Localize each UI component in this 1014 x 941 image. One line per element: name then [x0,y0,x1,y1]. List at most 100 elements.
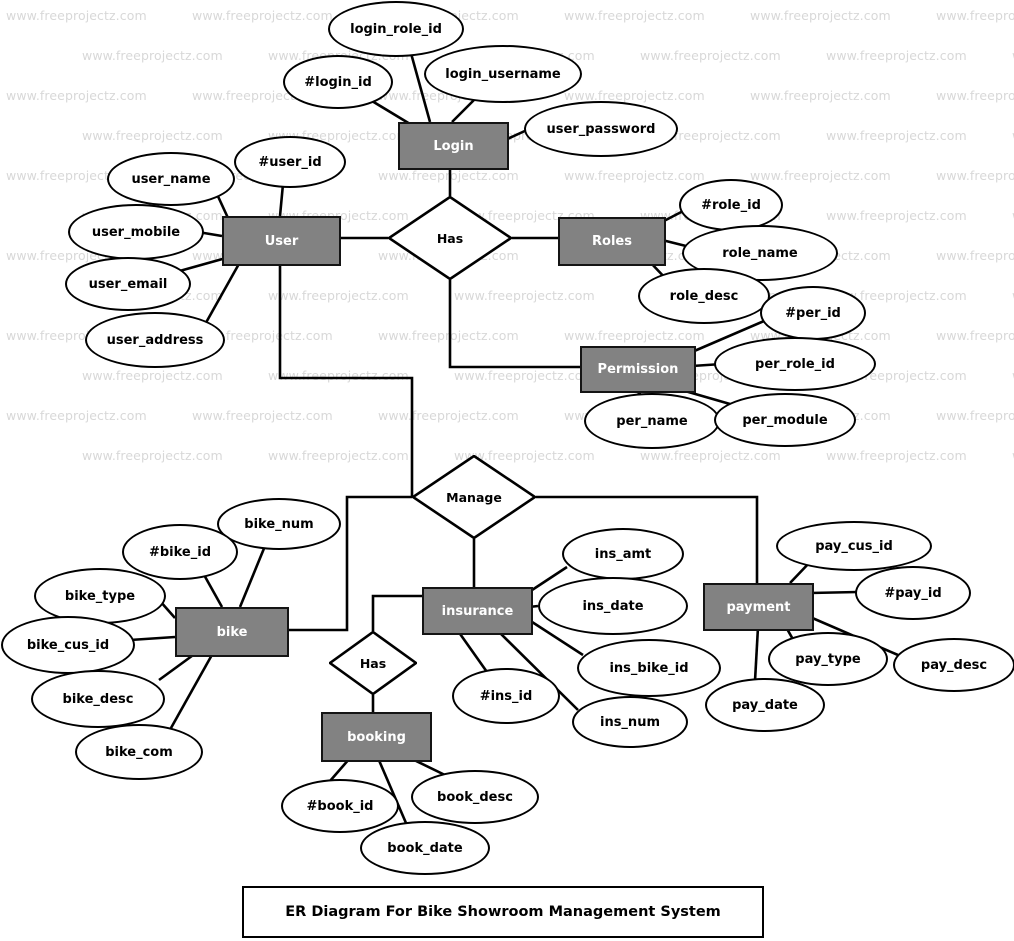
entity-label: insurance [441,603,514,619]
attribute-label: pay_type [795,651,861,667]
attribute-label: bike_num [244,516,314,532]
entity-permission[interactable]: Permission [580,346,696,393]
attribute-bike_id[interactable]: #bike_id [122,524,238,580]
entity-roles[interactable]: Roles [558,217,666,266]
attribute-label: per_role_id [755,356,835,372]
entity-login[interactable]: Login [398,122,509,170]
bike-bikecom-link [169,652,215,729]
bike-bikedesc-link [158,651,197,682]
entity-insurance[interactable]: insurance [422,587,533,635]
attribute-per_id[interactable]: #per_id [760,286,866,340]
attribute-label: #login_id [304,74,372,90]
user-manage-link [278,262,414,497]
attribute-pay_desc[interactable]: pay_desc [893,638,1014,692]
attribute-label: user_address [106,332,204,348]
attribute-label: user_password [546,121,656,137]
attribute-login_id[interactable]: #login_id [283,55,393,109]
attribute-label: #role_id [701,197,761,213]
attribute-book_desc[interactable]: book_desc [411,770,539,824]
attribute-label: bike_cus_id [26,637,110,653]
attribute-bike_desc[interactable]: bike_desc [31,670,165,728]
attribute-user_email[interactable]: user_email [65,257,191,311]
attribute-pay_cus_id[interactable]: pay_cus_id [776,521,932,571]
attribute-pay_date[interactable]: pay_date [705,678,825,732]
entity-label: payment [726,599,791,615]
bike-bikeid-link [201,572,224,608]
relationship-has-booking[interactable]: Has [329,631,417,695]
pay-payid-link [809,590,859,595]
entity-bike[interactable]: bike [175,607,289,657]
attribute-label: user_email [88,276,168,292]
attribute-label: ins_bike_id [609,660,689,676]
attribute-ins_id[interactable]: #ins_id [452,668,560,724]
attribute-label: login_role_id [350,21,442,37]
attribute-user_id[interactable]: #user_id [234,136,346,188]
ins-insid-link [456,630,489,673]
attribute-label: book_desc [437,789,513,805]
er-diagram-canvas: www.freeprojectz.com www.freeprojectz.com… [0,0,1014,941]
entity-label: Permission [597,362,679,377]
attribute-per_name[interactable]: per_name [584,393,720,449]
attribute-label: #user_id [258,154,322,170]
attribute-pay_type[interactable]: pay_type [768,632,888,686]
entity-booking[interactable]: booking [321,712,432,762]
attribute-bike_cus_id[interactable]: bike_cus_id [1,616,135,674]
attribute-label: bike_desc [62,691,134,707]
entity-payment[interactable]: payment [703,583,814,631]
ins-has-link [371,594,422,631]
entity-user[interactable]: User [222,216,341,266]
attribute-per_module[interactable]: per_module [714,393,856,447]
bike-bikenum-link [238,545,267,608]
attribute-ins_date[interactable]: ins_date [538,577,688,635]
attribute-label: user_name [131,171,211,187]
attribute-ins_amt[interactable]: ins_amt [562,528,684,580]
attribute-user_name[interactable]: user_name [107,152,235,206]
attribute-label: bike_type [64,588,136,604]
attribute-label: user_mobile [91,224,181,240]
attribute-label: #book_id [306,798,374,814]
attribute-label: pay_date [732,697,798,713]
relationship-has-user-roles[interactable]: Has [388,196,512,280]
attribute-user_password[interactable]: user_password [524,101,678,157]
attribute-label: #pay_id [884,585,942,601]
attribute-label: pay_cus_id [815,538,893,554]
attribute-user_address[interactable]: user_address [85,312,225,368]
attribute-ins_bike_id[interactable]: ins_bike_id [577,639,721,697]
attribute-label: #per_id [785,305,841,321]
attribute-label: per_module [742,412,828,428]
pay-paydate-link [753,626,760,682]
attribute-per_role_id[interactable]: per_role_id [714,337,876,391]
attribute-label: login_username [445,66,561,82]
attribute-label: role_name [722,245,798,261]
attribute-label: per_name [616,413,688,429]
attribute-label: ins_date [582,598,644,614]
attribute-role_id[interactable]: #role_id [679,179,783,231]
attribute-book_date[interactable]: book_date [360,821,490,875]
attribute-label: book_date [387,840,463,856]
attribute-pay_id[interactable]: #pay_id [855,566,971,620]
login-role_id-link [407,45,432,123]
attribute-login_username[interactable]: login_username [424,45,582,103]
bike-bikecusid-link [129,635,176,642]
attribute-login_role_id[interactable]: login_role_id [328,1,464,57]
user-userid-link [278,183,285,217]
attribute-label: pay_desc [920,657,988,673]
entity-label: bike [216,624,248,640]
entity-label: Login [433,138,474,154]
attribute-label: bike_com [105,744,173,760]
attribute-role_desc[interactable]: role_desc [638,268,770,324]
relationship-manage[interactable]: Manage [412,455,536,539]
attribute-bike_com[interactable]: bike_com [75,724,203,780]
attribute-book_id[interactable]: #book_id [281,779,399,833]
relationship-label: Has [359,655,387,671]
relationship-label: Has [436,230,464,246]
attribute-label: #ins_id [479,688,533,704]
attribute-ins_num[interactable]: ins_num [572,696,688,748]
user-useremail-link [175,256,227,274]
relationship-label: Manage [446,489,502,505]
attribute-user_mobile[interactable]: user_mobile [68,204,204,260]
user-useraddress-link [201,261,242,329]
attribute-label: role_desc [669,288,739,304]
has-permission-link [448,280,580,369]
attribute-bike_num[interactable]: bike_num [217,498,341,550]
